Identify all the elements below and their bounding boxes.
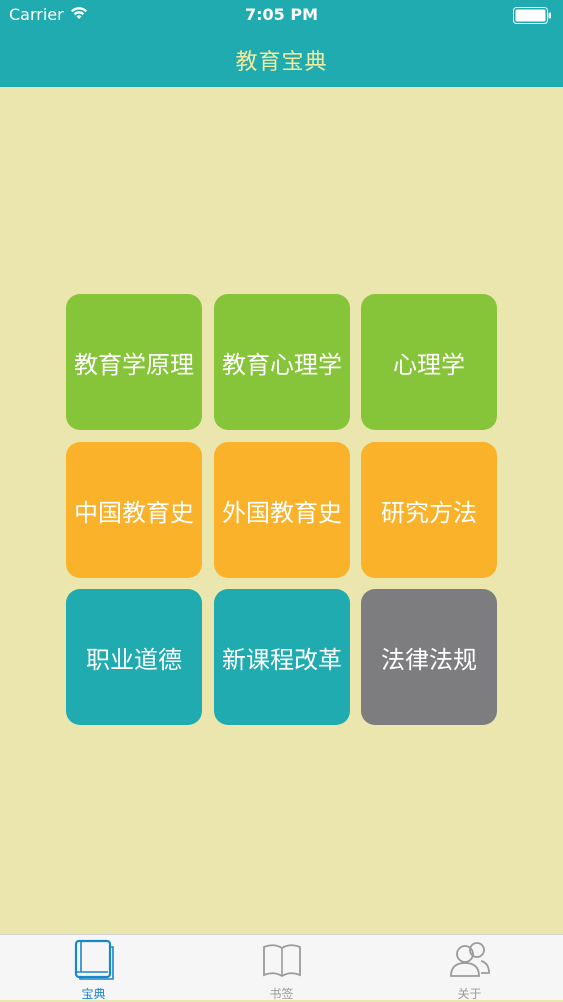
people-icon bbox=[448, 939, 492, 985]
tile-professional-ethics[interactable]: 职业道德 bbox=[66, 589, 202, 725]
tab-label: 书签 bbox=[269, 987, 294, 1001]
tile-educational-psychology[interactable]: 教育心理学 bbox=[214, 294, 350, 430]
tab-bookmarks[interactable]: 书签 bbox=[188, 935, 375, 1001]
status-time: 7:05 PM bbox=[244, 5, 318, 24]
header: Carrier 7:05 PM 教育宝典 bbox=[0, 0, 563, 87]
tab-treasury[interactable]: 宝典 bbox=[0, 935, 187, 1001]
category-grid: 教育学原理 教育心理学 心理学 中国教育史 外国教育史 研究方法 职业道德 新课… bbox=[66, 294, 498, 726]
battery-icon bbox=[513, 7, 553, 24]
open-book-icon bbox=[260, 939, 304, 985]
tab-label: 宝典 bbox=[81, 987, 106, 1001]
tile-chinese-education-history[interactable]: 中国教育史 bbox=[66, 442, 202, 578]
tile-research-methods[interactable]: 研究方法 bbox=[361, 442, 497, 578]
tab-label: 关于 bbox=[457, 987, 482, 1001]
tile-curriculum-reform[interactable]: 新课程改革 bbox=[214, 589, 350, 725]
page-title: 教育宝典 bbox=[235, 50, 328, 75]
book-icon bbox=[72, 939, 116, 985]
tile-foreign-education-history[interactable]: 外国教育史 bbox=[214, 442, 350, 578]
status-bar: Carrier 7:05 PM bbox=[0, 0, 563, 30]
tile-laws-regulations[interactable]: 法律法规 bbox=[361, 589, 497, 725]
tile-psychology[interactable]: 心理学 bbox=[361, 294, 497, 430]
tab-about[interactable]: 关于 bbox=[376, 935, 563, 1001]
tab-bar: 宝典 书签 关于 bbox=[0, 934, 563, 1001]
tile-education-principles[interactable]: 教育学原理 bbox=[66, 294, 202, 430]
